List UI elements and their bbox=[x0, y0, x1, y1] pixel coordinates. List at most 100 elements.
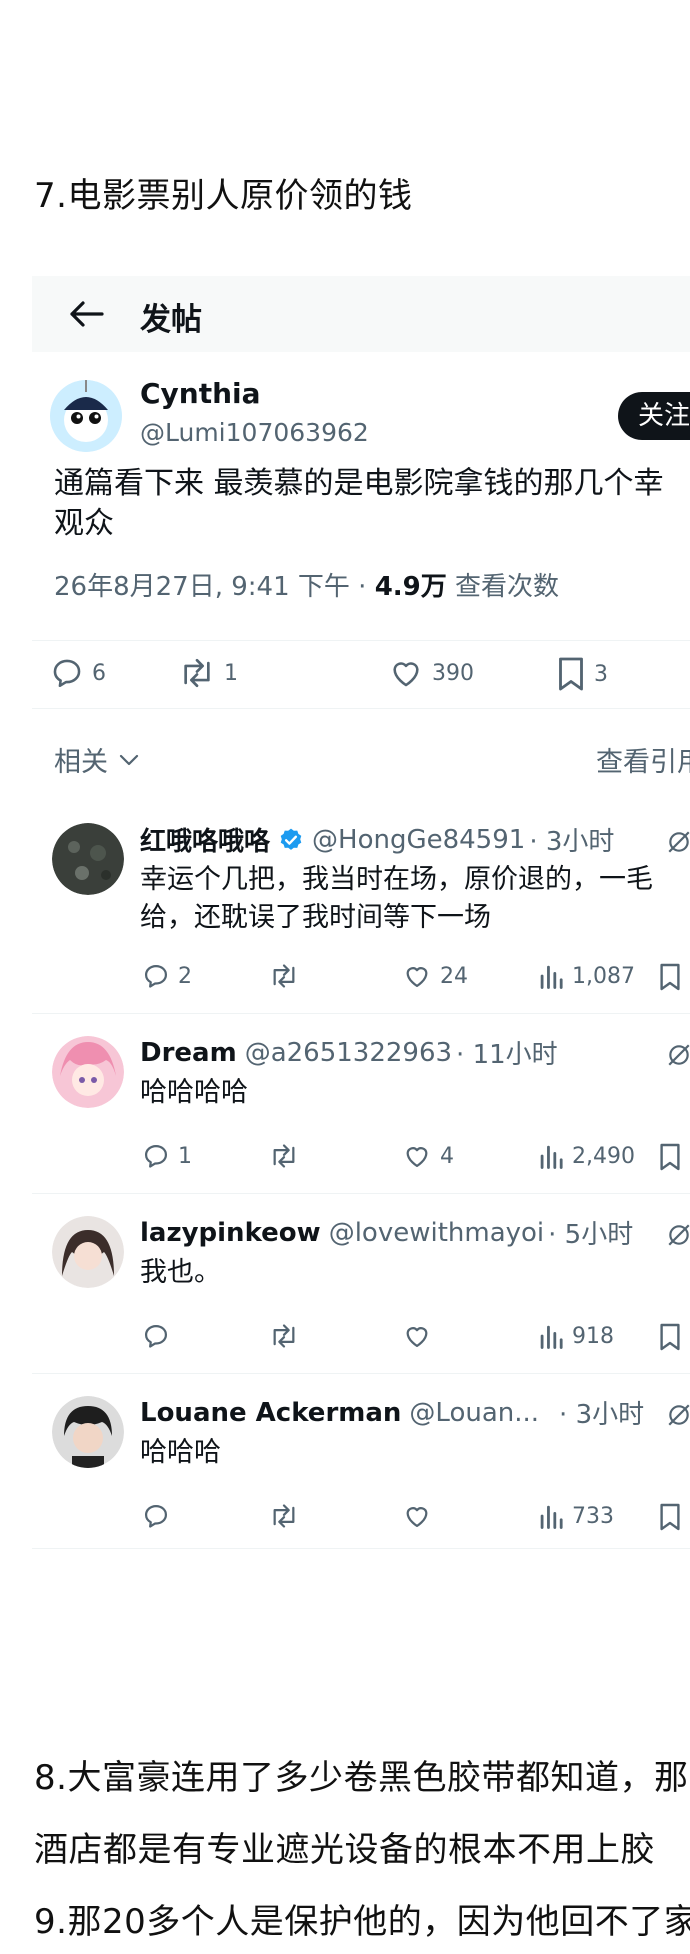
reply-button[interactable]: 1 bbox=[142, 1142, 192, 1170]
bookmark-icon bbox=[559, 657, 583, 691]
reply-time: · 5小时 bbox=[548, 1220, 634, 1250]
verified-badge-icon bbox=[280, 828, 302, 850]
reply-handle[interactable]: @HongGe84591 bbox=[312, 825, 525, 855]
grok-icon[interactable] bbox=[666, 1402, 690, 1428]
reply-time: · 3小时 bbox=[559, 1400, 645, 1430]
like-button[interactable]: 24 bbox=[402, 962, 468, 990]
bookmark-button[interactable] bbox=[658, 1142, 682, 1172]
heart-icon bbox=[406, 1147, 428, 1168]
divider bbox=[32, 1373, 690, 1374]
like-button[interactable] bbox=[402, 1502, 432, 1530]
author-name[interactable]: Cynthia bbox=[140, 377, 261, 410]
avatar[interactable] bbox=[52, 823, 124, 895]
divider bbox=[32, 640, 690, 641]
like-button[interactable] bbox=[402, 1322, 432, 1350]
post-meta: 26年8月27日, 9:41 下午 · 4.9万 查看次数 bbox=[54, 566, 559, 603]
reply-handle[interactable]: @a2651322963 bbox=[245, 1038, 452, 1068]
bookmark-button[interactable] bbox=[658, 1322, 682, 1352]
reply-icon bbox=[144, 964, 168, 988]
post-text-line: 观众 bbox=[54, 506, 114, 541]
chevron-down-icon bbox=[119, 754, 139, 765]
bar-chart-icon bbox=[540, 1505, 563, 1529]
bookmark-count: 3 bbox=[594, 661, 608, 687]
grok-icon[interactable] bbox=[666, 1042, 690, 1068]
bookmark-icon bbox=[660, 963, 680, 991]
views-label: 查看次数 bbox=[446, 572, 560, 602]
retweet-button[interactable]: 1 bbox=[178, 656, 238, 690]
views-button[interactable]: 2,490 bbox=[538, 1142, 635, 1170]
avatar[interactable] bbox=[52, 1036, 124, 1108]
view-quotes-link[interactable]: 查看引用 bbox=[596, 740, 690, 779]
divider bbox=[32, 1193, 690, 1194]
retweet-button[interactable] bbox=[268, 1142, 300, 1170]
view-count: 4.9万 bbox=[374, 572, 447, 602]
reply-icon bbox=[53, 659, 81, 688]
reply-icon bbox=[144, 1324, 168, 1348]
bar-chart-icon bbox=[540, 1145, 563, 1169]
retweet-button[interactable] bbox=[268, 1322, 300, 1350]
reply-author-name[interactable]: lazypinkeow bbox=[140, 1218, 321, 1248]
like-count: 24 bbox=[440, 963, 468, 989]
bookmark-button[interactable] bbox=[658, 962, 682, 992]
tweet-screenshot-card: 发帖 Cynthia @Lumi107063962 关注 通篇看下来 最羡慕的是… bbox=[32, 276, 690, 1550]
reply-handle[interactable]: @lovewithmayoi bbox=[329, 1218, 544, 1248]
reply-count: 6 bbox=[92, 660, 106, 686]
avatar[interactable] bbox=[52, 1216, 124, 1288]
reply-button[interactable] bbox=[142, 1502, 170, 1530]
grok-icon[interactable] bbox=[666, 829, 690, 855]
author-avatar[interactable] bbox=[50, 380, 122, 452]
retweet-count: 1 bbox=[224, 660, 238, 686]
retweet-button[interactable] bbox=[268, 962, 300, 990]
author-handle[interactable]: @Lumi107063962 bbox=[140, 418, 369, 447]
retweet-icon bbox=[184, 658, 210, 688]
bookmark-button[interactable]: 3 bbox=[556, 656, 608, 692]
bookmark-button[interactable] bbox=[658, 1502, 682, 1532]
paragraph-8: 8.大富豪连用了多少卷黑色胶带都知道，那 bbox=[34, 1758, 689, 1798]
reply-count: 1 bbox=[178, 1143, 192, 1169]
related-label: 相关 bbox=[54, 747, 108, 778]
like-button[interactable]: 4 bbox=[402, 1142, 454, 1170]
retweet-icon bbox=[273, 1504, 295, 1528]
like-button[interactable]: 390 bbox=[388, 656, 474, 690]
views-button[interactable]: 918 bbox=[538, 1322, 614, 1350]
reply-text-line: 给，还耽误了我时间等下一场 bbox=[140, 902, 491, 933]
back-arrow-icon[interactable] bbox=[68, 300, 104, 328]
divider bbox=[32, 708, 690, 709]
view-count: 918 bbox=[572, 1323, 614, 1349]
paragraph-8-continued: 酒店都是有专业遮光设备的根本不用上胶 bbox=[34, 1830, 655, 1870]
grok-icon[interactable] bbox=[666, 1222, 690, 1248]
related-dropdown[interactable]: 相关 bbox=[54, 740, 140, 779]
views-button[interactable]: 733 bbox=[538, 1502, 614, 1530]
bookmark-icon bbox=[660, 1503, 680, 1531]
divider bbox=[32, 1013, 690, 1014]
reply-time: · 3小时 bbox=[529, 827, 615, 857]
views-button[interactable]: 1,087 bbox=[538, 962, 635, 990]
heart-icon bbox=[406, 1327, 428, 1348]
reply-button[interactable] bbox=[142, 1322, 170, 1350]
reply-button[interactable]: 2 bbox=[142, 962, 192, 990]
reply-icon bbox=[144, 1504, 168, 1528]
reply-text: 哈哈哈哈 bbox=[140, 1074, 248, 1112]
view-count: 2,490 bbox=[572, 1143, 635, 1169]
retweet-icon bbox=[273, 1324, 295, 1348]
divider bbox=[32, 1548, 690, 1549]
reply-text-line: 哈哈哈哈 bbox=[140, 1077, 248, 1108]
view-count: 733 bbox=[572, 1503, 614, 1529]
post-text: 通篇看下来 最羡慕的是电影院拿钱的那几个幸 观众 bbox=[54, 464, 690, 544]
bar-chart-icon bbox=[540, 965, 563, 989]
reply-author-name[interactable]: Louane Ackerman bbox=[140, 1398, 401, 1428]
follow-button[interactable]: 关注 bbox=[618, 392, 690, 440]
bookmark-icon bbox=[660, 1143, 680, 1171]
view-count: 1,087 bbox=[572, 963, 635, 989]
reply-text: 哈哈哈 bbox=[140, 1434, 221, 1472]
heart-icon bbox=[393, 662, 419, 687]
retweet-button[interactable] bbox=[268, 1502, 300, 1530]
reply-author-name[interactable]: Dream bbox=[140, 1038, 237, 1068]
bar-chart-icon bbox=[540, 1325, 563, 1349]
avatar[interactable] bbox=[52, 1396, 124, 1468]
paragraph-9: 9.那20多个人是保护他的，因为他回不了家 bbox=[34, 1902, 690, 1942]
reply-handle[interactable]: @Louan... bbox=[409, 1398, 539, 1428]
reply-button[interactable]: 6 bbox=[50, 656, 106, 690]
reply-text-line: 哈哈哈 bbox=[140, 1437, 221, 1468]
reply-author-name[interactable]: 红哦咯哦咯 bbox=[140, 821, 270, 858]
